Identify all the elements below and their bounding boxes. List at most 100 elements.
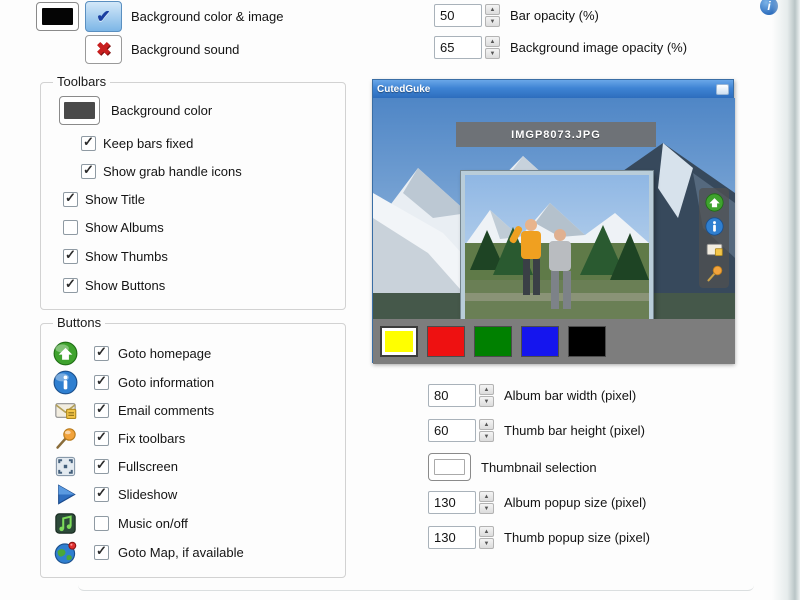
toolbar-option-row: Show Albums [63,218,164,236]
spin-down-button[interactable]: ▼ [479,503,494,514]
background-image-enabled-button[interactable]: ✔ [85,1,122,32]
email-icon[interactable] [705,240,724,259]
email-comments-checkbox[interactable] [94,402,109,418]
spin-up-button[interactable]: ▲ [479,491,494,502]
preview-titlebar[interactable]: CutedGuke [373,80,733,98]
toolbar-option-row: Keep bars fixed [81,134,193,152]
background-image-opacity-value[interactable]: 65 [434,36,482,59]
thumbnail-selection-button[interactable] [428,453,471,481]
background-color-swatch [41,8,74,25]
pin-icon [56,427,76,449]
show-buttons-label: Show Buttons [85,277,166,293]
thumbnail-selection-label: Thumbnail selection [481,460,597,475]
goto-map-checkbox[interactable] [94,544,109,560]
music-on-off-checkbox[interactable] [94,515,109,531]
goto-information-label: Goto information [118,374,215,390]
bar-opacity-spinner: 50 ▲ ▼ Bar opacity (%) [434,4,599,27]
spin-up-button[interactable]: ▲ [479,384,494,395]
spin-up-button[interactable]: ▲ [485,4,500,15]
button-option-row: Slideshow [53,481,177,507]
fix-toolbars-label: Fix toolbars [118,430,186,446]
album-bar-width-spinner: 80 ▲ ▼ Album bar width (pixel) [428,384,636,407]
show-title-checkbox[interactable] [63,191,78,207]
palette-swatch-green[interactable] [474,326,512,357]
thumb-bar-height-spinner: 60 ▲ ▼ Thumb bar height (pixel) [428,419,645,442]
fix-toolbars-checkbox[interactable] [94,430,109,446]
button-option-row: Goto Map, if available [53,539,244,565]
background-image-opacity-spinner: 65 ▲ ▼ Background image opacity (%) [434,36,687,59]
thumb-popup-size-label: Thumb popup size (pixel) [504,530,650,545]
spin-down-button[interactable]: ▼ [479,396,494,407]
buttons-group-title: Buttons [53,315,106,330]
red-x-icon: ✖ [95,39,112,59]
show-albums-checkbox[interactable] [63,219,78,235]
slideshow-label: Slideshow [118,486,178,502]
thumb-popup-size-value[interactable]: 130 [428,526,476,549]
slideshow-icon [58,483,76,505]
spin-up-button[interactable]: ▲ [479,526,494,537]
button-option-row: Music on/off [53,510,188,536]
spin-down-button[interactable]: ▼ [479,538,494,549]
background-color-image-label: Background color & image [131,9,284,24]
fullscreen-label: Fullscreen [118,458,178,474]
toolbars-group-title: Toolbars [53,74,111,89]
album-popup-size-spinner: 130 ▲ ▼ Album popup size (pixel) [428,491,646,514]
thumbnail-selection-swatch [433,458,466,476]
toolbar-background-color-button[interactable] [59,96,100,125]
background-sound-button[interactable]: ✖ [85,35,122,64]
show-albums-label: Show Albums [85,219,164,235]
keep-bars-fixed-checkbox[interactable] [81,135,96,151]
palette-swatch-red[interactable] [427,326,465,357]
button-option-row: Goto homepage [53,340,211,366]
show-grab-handle-icons-label: Show grab handle icons [103,163,242,179]
album-bar-width-label: Album bar width (pixel) [504,388,637,403]
preview-photo: IMGP8073.JPG [373,98,735,319]
keep-bars-fixed-label: Keep bars fixed [103,135,194,151]
palette-swatch-yellow[interactable] [380,326,418,357]
slideshow-checkbox[interactable] [94,486,109,502]
toolbar-option-row: Show Title [63,190,145,208]
spin-down-button[interactable]: ▼ [485,16,500,27]
spin-up-button[interactable]: ▲ [485,36,500,47]
album-popup-size-label: Album popup size (pixel) [504,495,647,510]
button-option-row: Fullscreen [53,453,178,479]
email-comments-label: Email comments [118,402,215,418]
pin-icon[interactable] [705,264,724,283]
show-thumbs-label: Show Thumbs [85,248,168,264]
preview-close-button[interactable] [716,83,729,95]
gallery-preview-window: CutedGuke IMGP8073.JPG [372,79,735,364]
show-grab-handle-icons-checkbox[interactable] [81,163,96,179]
palette-swatch-blue[interactable] [521,326,559,357]
goto-information-checkbox[interactable] [94,374,109,390]
button-option-row: Goto information [53,369,214,395]
information-icon[interactable] [704,217,724,236]
map-icon [54,541,77,564]
show-title-label: Show Title [85,191,145,207]
background-sound-label: Background sound [131,42,240,57]
music-on-off-label: Music on/off [118,515,188,531]
album-popup-size-value[interactable]: 130 [428,491,476,514]
toolbars-groupbox: Toolbars Background color Keep bars fixe… [40,74,346,310]
goto-homepage-label: Goto homepage [118,345,212,361]
spin-down-button[interactable]: ▼ [485,48,500,59]
show-buttons-checkbox[interactable] [63,277,78,293]
toolbar-option-row: Show grab handle icons [81,162,242,180]
palette-swatch-black[interactable] [568,326,606,357]
show-thumbs-checkbox[interactable] [63,248,78,264]
spin-down-button[interactable]: ▼ [479,431,494,442]
spin-up-button[interactable]: ▲ [479,419,494,430]
bar-opacity-value[interactable]: 50 [434,4,482,27]
toolbar-background-color-swatch [64,102,95,119]
homepage-icon[interactable] [704,193,724,212]
album-bar-width-value[interactable]: 80 [428,384,476,407]
bar-opacity-label: Bar opacity (%) [510,8,599,23]
email-icon [55,402,77,419]
background-color-picker-button[interactable] [36,2,79,31]
goto-homepage-checkbox[interactable] [94,345,109,361]
toolbar-option-row: Show Buttons [63,276,165,294]
button-option-row: Email comments [53,397,214,423]
homepage-icon [53,341,78,365]
fullscreen-checkbox[interactable] [94,458,109,474]
preview-side-toolbar [699,188,729,288]
thumb-bar-height-value[interactable]: 60 [428,419,476,442]
